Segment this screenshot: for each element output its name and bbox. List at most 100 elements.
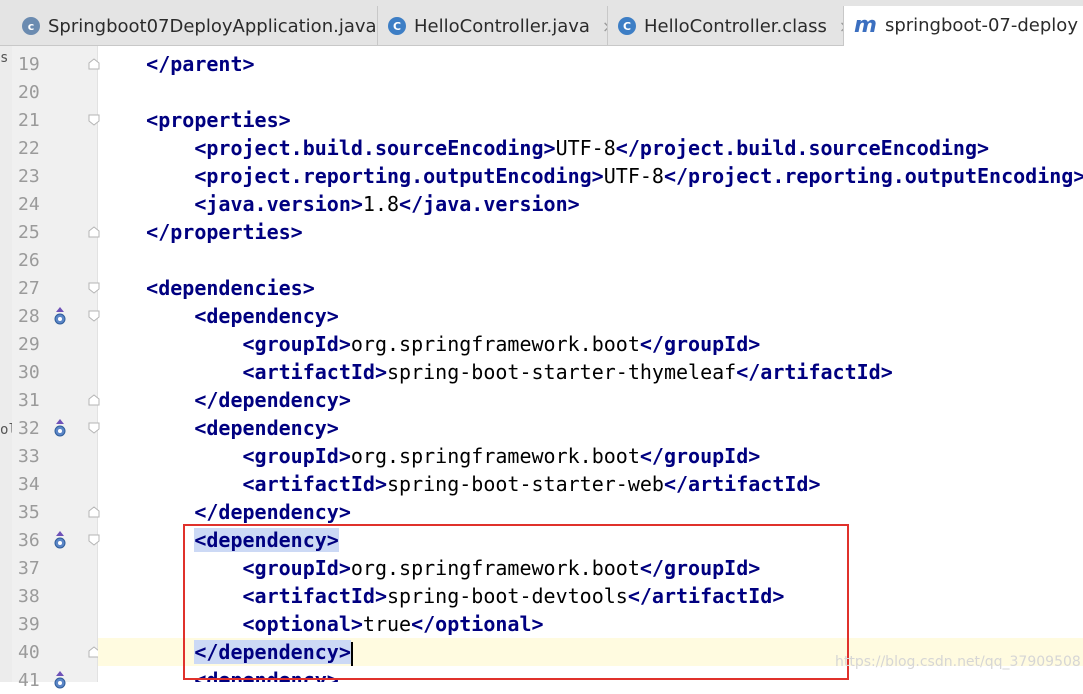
line-number: 20 bbox=[18, 82, 40, 103]
line-number: 25 bbox=[18, 222, 40, 243]
line-number: 19 bbox=[18, 54, 40, 75]
line-number: 31 bbox=[18, 390, 40, 411]
code-line[interactable]: </parent> bbox=[98, 50, 1083, 78]
code-line[interactable]: </dependency> bbox=[98, 386, 1083, 414]
xml-closing-tag: </groupId> bbox=[639, 332, 761, 356]
xml-text-value: org.springframework.boot bbox=[350, 556, 640, 580]
tab-label: springboot-07-deploy bbox=[884, 15, 1078, 36]
code-line[interactable]: <dependency> bbox=[98, 526, 1083, 554]
gutter-row: 26 bbox=[12, 246, 98, 274]
dependency-override-icon[interactable] bbox=[53, 418, 67, 438]
line-number: 39 bbox=[18, 614, 40, 635]
code-line[interactable]: <artifactId>spring-boot-starter-web</art… bbox=[98, 470, 1083, 498]
xml-tag: <artifactId> bbox=[242, 472, 388, 496]
code-line[interactable]: <groupId>org.springframework.boot</group… bbox=[98, 330, 1083, 358]
xml-tag: <artifactId> bbox=[242, 360, 388, 384]
tab-label: Springboot07DeployApplication.java bbox=[48, 15, 377, 37]
xml-text-value: org.springframework.boot bbox=[350, 444, 640, 468]
code-line[interactable] bbox=[98, 78, 1083, 106]
gutter-row: 36 bbox=[12, 526, 100, 554]
xml-text-value: 1.8 bbox=[362, 192, 400, 216]
xml-tag: <project.reporting.outputEncoding> bbox=[194, 164, 604, 188]
xml-text-value: spring-boot-starter-web bbox=[387, 472, 664, 496]
tab-springboot-07-deploy-pom[interactable]: m springboot-07-deploy bbox=[844, 6, 1083, 46]
gutter-row: 25 bbox=[12, 218, 100, 246]
code-line[interactable]: <java.version>1.8</java.version> bbox=[98, 190, 1083, 218]
xml-text-value: spring-boot-starter-thymeleaf bbox=[387, 360, 737, 384]
line-number: 34 bbox=[18, 474, 40, 495]
line-number: 27 bbox=[18, 278, 40, 299]
text-caret bbox=[350, 641, 353, 666]
dependency-override-icon[interactable] bbox=[53, 306, 67, 326]
maven-icon: m bbox=[854, 13, 877, 38]
code-line[interactable]: <groupId>org.springframework.boot</group… bbox=[98, 442, 1083, 470]
xml-text-value: spring-boot-devtools bbox=[387, 584, 628, 608]
xml-tag: </dependency> bbox=[194, 388, 351, 412]
line-number: 30 bbox=[18, 362, 40, 383]
line-number: 36 bbox=[18, 530, 40, 551]
xml-closing-tag: </java.version> bbox=[399, 192, 580, 216]
gutter-row: 34 bbox=[12, 470, 98, 498]
xml-tag: <dependency> bbox=[194, 668, 339, 682]
line-number: 29 bbox=[18, 334, 40, 355]
dependency-override-icon[interactable] bbox=[53, 670, 67, 690]
xml-tag: <dependency> bbox=[194, 528, 339, 552]
gutter-row: 27 bbox=[12, 274, 100, 302]
class-icon: C bbox=[388, 17, 406, 35]
editor-tab-bar: c Springboot07DeployApplication.java × C… bbox=[0, 0, 1083, 46]
watermark: https://blog.csdn.net/qq_37909508 bbox=[835, 654, 1081, 670]
code-line[interactable]: <artifactId>spring-boot-devtools</artifa… bbox=[98, 582, 1083, 610]
gutter-row: 37 bbox=[12, 554, 98, 582]
xml-text-value: UTF-8 bbox=[555, 136, 616, 160]
gutter-row: 24 bbox=[12, 190, 98, 218]
gutter-row: 40 bbox=[12, 638, 100, 666]
code-line[interactable]: <properties> bbox=[98, 106, 1083, 134]
xml-closing-tag: </groupId> bbox=[639, 556, 761, 580]
code-line[interactable]: <optional>true</optional> bbox=[98, 610, 1083, 638]
line-number: 24 bbox=[18, 194, 40, 215]
tab-hello-controller-java[interactable]: C HelloController.java × bbox=[378, 6, 608, 46]
xml-tag: <java.version> bbox=[194, 192, 363, 216]
xml-tag: <project.build.sourceEncoding> bbox=[194, 136, 556, 160]
code-line[interactable]: </dependency> bbox=[98, 498, 1083, 526]
dependency-override-icon[interactable] bbox=[53, 530, 67, 550]
xml-tag: </dependency> bbox=[194, 500, 351, 524]
line-number: 32 bbox=[18, 418, 40, 439]
code-line[interactable]: <project.build.sourceEncoding>UTF-8</pro… bbox=[98, 134, 1083, 162]
code-editor[interactable]: </parent> <properties> <project.build.so… bbox=[98, 46, 1083, 682]
code-line[interactable]: <dependencies> bbox=[98, 274, 1083, 302]
xml-closing-tag: </project.reporting.outputEncoding> bbox=[663, 164, 1083, 188]
xml-text-value: true bbox=[362, 612, 412, 636]
tab-springboot07-deploy-application[interactable]: c Springboot07DeployApplication.java × bbox=[12, 6, 378, 46]
line-number: 41 bbox=[18, 670, 40, 691]
code-line[interactable]: </properties> bbox=[98, 218, 1083, 246]
line-number: 22 bbox=[18, 138, 40, 159]
code-line[interactable]: <groupId>org.springframework.boot</group… bbox=[98, 554, 1083, 582]
tab-hello-controller-class[interactable]: C HelloController.class × bbox=[608, 6, 844, 46]
code-line[interactable] bbox=[98, 246, 1083, 274]
xml-tag: <groupId> bbox=[242, 556, 351, 580]
xml-tag: </parent> bbox=[146, 52, 255, 76]
gutter-row: 28 bbox=[12, 302, 100, 330]
code-line[interactable]: <project.reporting.outputEncoding>UTF-8<… bbox=[98, 162, 1083, 190]
code-line[interactable]: <dependency> bbox=[98, 302, 1083, 330]
gutter-row: 31 bbox=[12, 386, 100, 414]
code-line[interactable]: <artifactId>spring-boot-starter-thymelea… bbox=[98, 358, 1083, 386]
code-line[interactable]: <dependency> bbox=[98, 414, 1083, 442]
